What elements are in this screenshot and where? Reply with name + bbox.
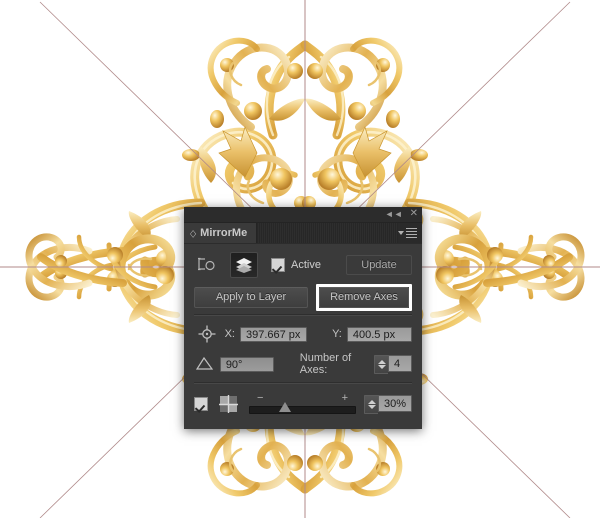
active-checkbox[interactable] <box>271 258 285 272</box>
tab-mirrorme[interactable]: ◇ MirrorMe <box>184 223 258 243</box>
number-of-axes-input[interactable]: 4 <box>388 354 412 372</box>
number-of-axes-label: Number of Axes: <box>299 352 352 376</box>
artboard-select-icon[interactable] <box>194 253 220 277</box>
collapse-double-left-icon[interactable]: ◄◄ <box>385 209 403 219</box>
remove-axes-button[interactable]: Remove Axes <box>319 286 409 308</box>
panel-titlebar[interactable]: ◄◄ ✕ <box>184 207 422 223</box>
y-label: Y: <box>332 328 342 340</box>
crosshair-target-icon <box>194 322 220 346</box>
slider-minus-label: − <box>257 392 264 404</box>
remove-axes-highlight: Remove Axes <box>316 283 412 311</box>
number-of-axes-stepper[interactable]: 4 <box>374 354 412 374</box>
tab-mirrorme-label: MirrorMe <box>200 227 248 239</box>
tabstrip-filler <box>257 223 398 243</box>
chevron-down-icon <box>398 231 404 235</box>
divider-1 <box>194 314 412 316</box>
actions-row: Apply to Layer Remove Axes <box>194 283 412 311</box>
apply-to-layer-button[interactable]: Apply to Layer <box>194 286 308 308</box>
divider-2 <box>194 382 412 384</box>
layers-stack-icon[interactable] <box>230 252 258 278</box>
panel-tabstrip: ◇ MirrorMe <box>184 223 422 244</box>
opacity-stepper[interactable]: 30% <box>364 394 412 414</box>
angle-row: 90° Number of Axes: 4 <box>194 349 412 379</box>
diamond-handle-icon: ◇ <box>190 227 197 239</box>
opacity-input[interactable]: 30% <box>378 394 412 412</box>
panel-menu-icon[interactable] <box>398 223 422 243</box>
x-input[interactable]: 397.667 px <box>239 326 308 342</box>
opacity-spinner-arrows[interactable] <box>364 394 378 414</box>
close-icon[interactable]: ✕ <box>410 209 418 219</box>
axes-spinner-arrows[interactable] <box>374 354 388 374</box>
hamburger-icon <box>406 227 417 239</box>
x-label: X: <box>224 328 235 340</box>
quadrant-grid-icon[interactable] <box>215 392 241 416</box>
angle-icon <box>194 352 216 376</box>
app-canvas: ◄◄ ✕ ◇ MirrorMe Active Update Apply to L… <box>0 0 600 518</box>
update-button[interactable]: Update <box>346 255 412 275</box>
opacity-slider[interactable]: − + <box>249 393 356 415</box>
panel-body: Active Update Apply to Layer Remove Axes <box>184 244 422 421</box>
slider-plus-label: + <box>341 392 348 404</box>
active-label: Active <box>291 259 321 271</box>
slider-track[interactable] <box>249 406 356 414</box>
y-input[interactable]: 400.5 px <box>346 326 412 342</box>
mirrorme-panel: ◄◄ ✕ ◇ MirrorMe Active Update Apply to L… <box>184 207 422 429</box>
origin-row: X: 397.667 px Y: 400.5 px <box>194 319 412 349</box>
angle-input[interactable]: 90° <box>219 356 274 372</box>
opacity-row: − + 30% <box>194 387 412 421</box>
toolbar-row: Active Update <box>194 244 412 283</box>
slider-thumb[interactable] <box>279 402 292 412</box>
opacity-enabled-checkbox[interactable] <box>194 397 208 411</box>
